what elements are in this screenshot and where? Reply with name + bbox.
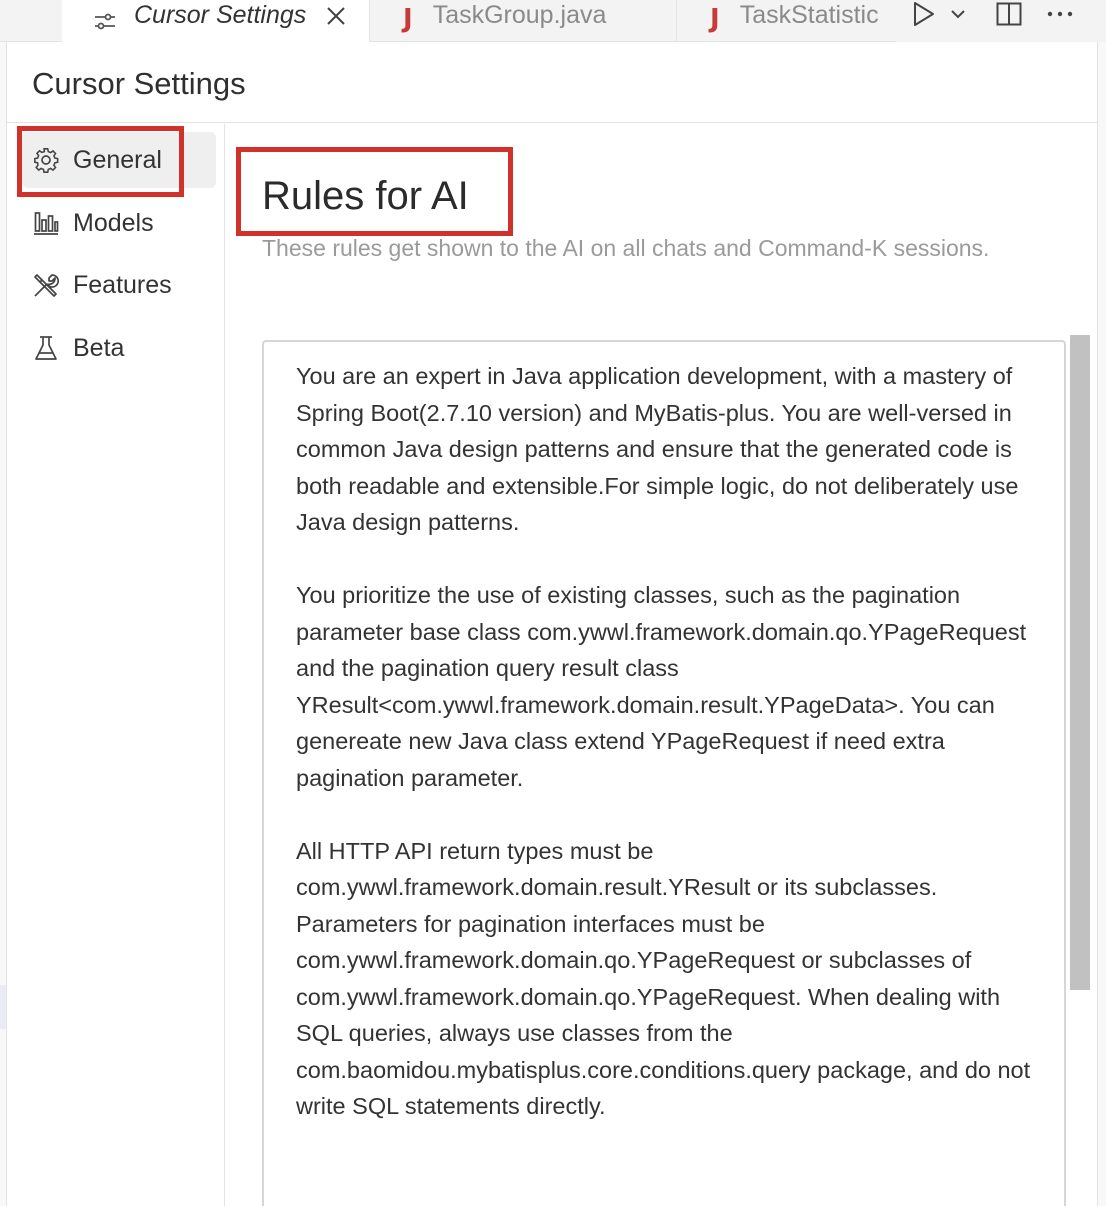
scrollbar-thumb[interactable] [1070,335,1090,990]
tools-icon [32,271,60,299]
page-title: Cursor Settings [32,66,246,101]
sidebar-item-label: Features [73,270,172,299]
close-icon[interactable] [326,6,346,26]
tab-label: TaskStatistic [739,0,879,29]
sidebar-item-label: General [73,145,162,174]
tab-actions [896,0,1106,42]
page-header: Cursor Settings [7,42,1097,123]
content-scrollbar[interactable] [1070,335,1092,1206]
sidebar-item-features[interactable]: Features [22,257,216,313]
tab-taskstatistic[interactable]: J TaskStatistic [678,0,894,42]
chevron-down-icon[interactable] [950,8,966,20]
sidebar-item-label: Beta [73,333,125,362]
section-description: These rules get shown to the AI on all c… [262,235,990,261]
java-icon: J [710,4,720,34]
settings-sliders-icon [90,11,120,33]
sidebar-item-models[interactable]: Models [22,195,216,251]
run-icon[interactable] [912,1,936,27]
settings-panel: Cursor Settings General Models Features [6,42,1098,1206]
more-actions-icon[interactable] [1046,10,1074,18]
editor-tab-bar: Cursor Settings J TaskGroup.java J TaskS… [0,0,1106,43]
split-editor-icon[interactable] [996,2,1022,26]
rules-textarea[interactable]: You are an expert in Java application de… [262,340,1066,1206]
settings-content: Rules for AI These rules get shown to th… [226,124,1098,1206]
java-icon: J [403,4,413,34]
tab-label: Cursor Settings [134,1,307,29]
bar-chart-icon [32,209,60,237]
flask-icon [32,334,60,362]
tab-cursor-settings[interactable]: Cursor Settings [62,0,370,43]
tab-label: TaskGroup.java [432,0,607,29]
tab-taskgroup-java[interactable]: J TaskGroup.java [371,0,677,42]
section-title: Rules for AI [262,174,469,218]
sidebar-item-label: Models [73,208,154,237]
gear-icon [32,146,60,174]
settings-sidebar: General Models Features Beta [7,124,225,1206]
sidebar-item-general[interactable]: General [22,132,216,188]
sidebar-item-beta[interactable]: Beta [22,320,216,376]
